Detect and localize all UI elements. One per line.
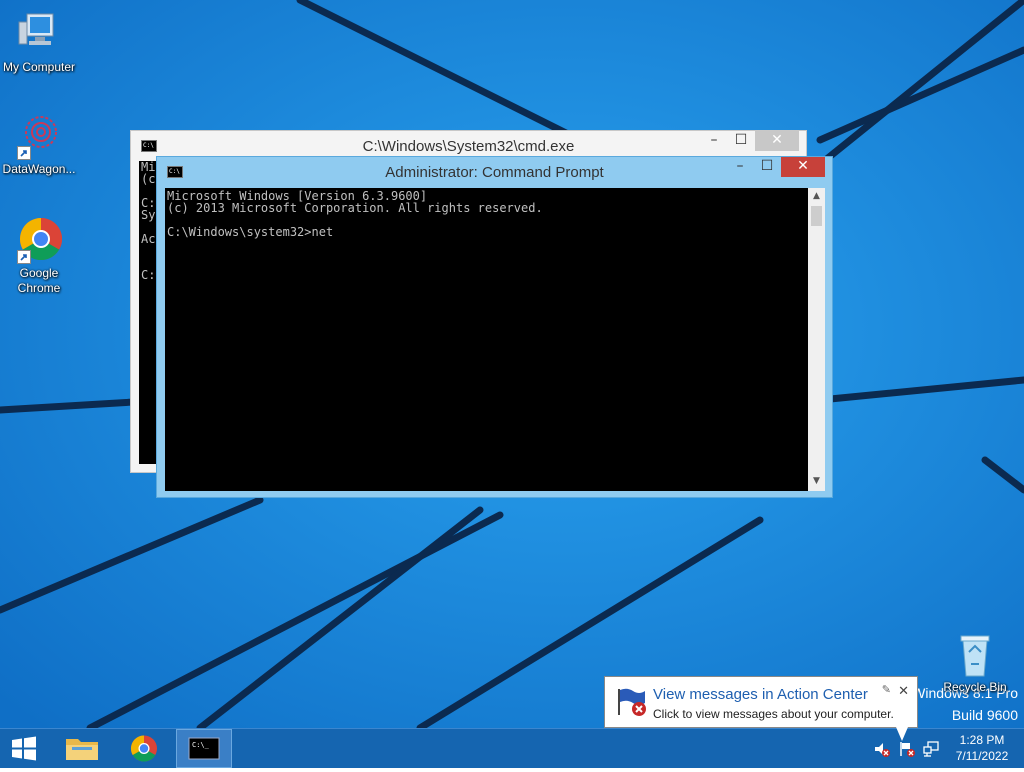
folder-icon — [66, 739, 98, 760]
chrome-icon — [15, 216, 63, 264]
shortcut-arrow-icon — [17, 250, 31, 264]
vertical-scrollbar[interactable]: ▲ ▼ — [808, 188, 825, 491]
svg-text:C:\_: C:\_ — [192, 741, 210, 749]
desktop-icon-label: My Computer — [2, 60, 76, 74]
desktop[interactable]: My Computer DataWagon... Google Chrome W… — [0, 0, 1024, 728]
clock-time: 1:28 PM — [959, 733, 1005, 747]
taskbar[interactable]: C:\_ 1:28 PM 7/11/2022 — [0, 728, 1024, 768]
wrench-icon[interactable]: ✎ — [882, 683, 891, 696]
volume-muted-icon[interactable] — [873, 740, 891, 758]
close-button[interactable]: ✕ — [755, 131, 799, 151]
gear-flower-icon — [15, 112, 63, 160]
scroll-down-icon[interactable]: ▼ — [808, 473, 825, 490]
command-prompt-button[interactable]: C:\_ — [176, 729, 232, 768]
minimize-button[interactable]: – — [727, 157, 753, 177]
scroll-up-icon[interactable]: ▲ — [808, 188, 825, 205]
windows-logo-icon — [12, 736, 36, 761]
taskbar-clock[interactable]: 1:28 PM 7/11/2022 — [946, 732, 1018, 764]
balloon-close-button[interactable]: ✕ — [898, 683, 909, 699]
maximize-button[interactable]: ☐ — [754, 157, 780, 177]
desktop-icon-datawagon[interactable]: DataWagon... — [0, 112, 78, 177]
desktop-icon-google-chrome[interactable]: Google Chrome — [0, 216, 78, 296]
network-icon[interactable] — [922, 740, 940, 758]
desktop-icon-label: Recycle Bin — [943, 680, 1007, 694]
computer-icon — [15, 10, 63, 58]
window-titlebar[interactable]: C:\ Administrator: Command Prompt – ☐ ✕ — [157, 157, 832, 187]
start-button[interactable] — [0, 729, 48, 768]
maximize-button[interactable]: ☐ — [728, 131, 754, 151]
console-output[interactable]: Microsoft Windows [Version 6.3.9600] (c)… — [165, 188, 809, 491]
watermark-build: Build 9600 — [951, 707, 1018, 723]
cmd-window-administrator[interactable]: C:\ Administrator: Command Prompt – ☐ ✕ … — [156, 156, 833, 498]
scroll-thumb[interactable] — [811, 206, 822, 226]
chrome-button[interactable] — [118, 729, 170, 768]
balloon-message[interactable]: Click to view messages about your comput… — [653, 707, 894, 721]
action-center-balloon[interactable]: View messages in Action Center Click to … — [604, 676, 918, 728]
desktop-icon-my-computer[interactable]: My Computer — [0, 10, 78, 75]
command-prompt-icon: C:\_ — [188, 737, 220, 760]
action-center-flag-icon[interactable] — [898, 740, 916, 758]
clock-date: 7/11/2022 — [955, 749, 1009, 763]
recycle-bin-icon — [951, 630, 999, 678]
desktop-icon-recycle-bin[interactable]: Recycle Bin — [936, 630, 1014, 695]
shortcut-arrow-icon — [17, 146, 31, 160]
chrome-icon — [130, 735, 157, 762]
balloon-title[interactable]: View messages in Action Center — [653, 686, 868, 703]
close-button[interactable]: ✕ — [781, 157, 825, 177]
file-explorer-button[interactable] — [56, 729, 108, 768]
desktop-icon-label: Google Chrome — [17, 266, 61, 295]
desktop-icon-label: DataWagon... — [2, 162, 76, 176]
minimize-button[interactable]: – — [701, 131, 727, 151]
balloon-tail — [896, 727, 908, 741]
action-center-flag-icon — [615, 685, 649, 719]
